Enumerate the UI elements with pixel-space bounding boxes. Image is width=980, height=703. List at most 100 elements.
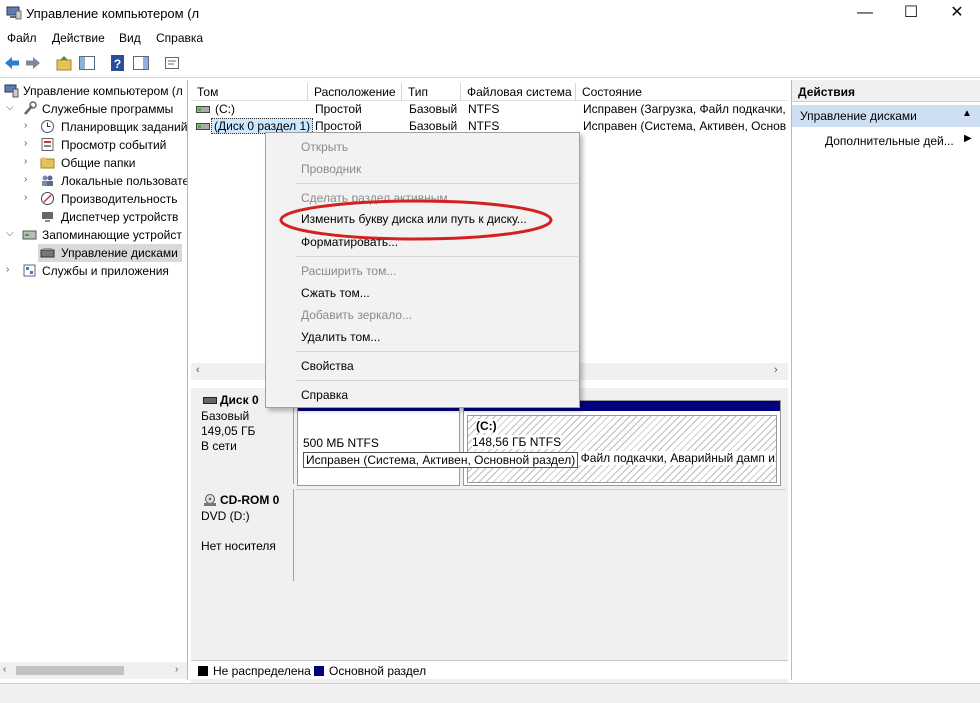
actions-header: Действия [792,80,980,102]
title-bar: Управление компьютером (л — ☐ ✕ [0,0,980,28]
scroll-left-icon[interactable]: ‹ [196,364,200,376]
legend-swatch-unallocated [198,666,208,676]
tree-item-device-manager[interactable]: Диспетчер устройств [0,208,187,226]
chevron-right-icon[interactable]: › [24,120,34,131]
menu-item-properties[interactable]: Свойства [301,359,354,373]
menu-help[interactable]: Справка [156,31,203,45]
disk-graphic-area: Диск 0 Базовый 149,05 ГБ В сети 500 МБ N… [191,388,788,703]
tree-item-storage[interactable]: ⌵ Запоминающие устройст [0,226,187,244]
tree-item-performance[interactable]: › Производительность [0,190,187,208]
menu-separator [296,380,578,381]
menu-item-open[interactable]: Открыть [301,140,348,154]
cdrom-area [296,489,786,581]
column-header-filesystem[interactable]: Файловая система [461,83,576,101]
event-log-icon [41,138,54,151]
device-manager-icon [42,212,53,222]
column-header-volume[interactable]: Том [191,83,308,101]
cdrom-label[interactable]: CD-ROM 0 DVD (D:) Нет носителя [193,489,294,581]
disk-management-icon [40,248,55,258]
menu-bar: Файл Действие Вид Справка [0,29,980,49]
menu-item-shrink[interactable]: Сжать том... [301,286,370,300]
tree-item-disk-management[interactable]: Управление дисками [38,244,182,262]
tree-item-services[interactable]: › Службы и приложения [0,262,187,280]
scroll-right-icon[interactable]: › [774,364,778,376]
tree-horizontal-scrollbar[interactable]: ‹ › [0,662,187,679]
shared-folder-icon [40,157,55,169]
forward-arrow-icon[interactable] [24,54,42,72]
column-header-layout[interactable]: Расположение [308,83,402,101]
storage-icon [22,230,37,240]
context-menu: Открыть Проводник Сделать раздел активны… [265,132,580,408]
menu-item-add-mirror[interactable]: Добавить зеркало... [301,308,412,322]
computer-management-icon [4,84,19,98]
tree-item-local-users[interactable]: › Локальные пользовате [0,172,187,190]
tree-item-event-viewer[interactable]: › Просмотр событий [0,136,187,154]
up-folder-icon[interactable] [55,54,73,72]
computer-management-window: Управление компьютером (л — ☐ ✕ Файл Дей… [0,0,980,703]
menu-item-delete[interactable]: Удалить том... [301,330,380,344]
menu-action[interactable]: Действие [52,31,105,45]
clock-icon [41,120,54,133]
actions-pane: Действия Управление дисками ▲ Дополнител… [791,80,980,680]
chevron-right-icon[interactable]: › [24,138,34,149]
volume-table-header: Том Расположение Тип Файловая система Со… [191,83,788,101]
chevron-down-icon[interactable]: ⌵ [6,102,16,113]
menu-item-extend[interactable]: Расширить том... [301,264,396,278]
column-header-type[interactable]: Тип [402,83,461,101]
chevron-right-icon[interactable]: › [24,192,34,203]
chevron-right-icon[interactable]: › [6,264,16,275]
users-icon [42,175,53,186]
menu-separator [296,183,578,184]
scroll-left-icon[interactable]: ‹ [3,664,6,675]
partition-tooltip: Исправен (Система, Активен, Основной раз… [303,452,579,468]
help-icon[interactable]: ? [109,54,127,72]
actions-more[interactable]: Дополнительные дей... ▶ [792,131,980,151]
chevron-right-icon[interactable]: › [24,156,34,167]
chevron-down-icon[interactable]: ⌵ [6,228,16,239]
services-icon [23,264,36,277]
tree-item-root[interactable]: Управление компьютером (л [0,82,187,100]
status-bar [0,683,980,703]
performance-icon [41,192,54,205]
cd-drive-icon [204,494,216,506]
back-arrow-icon[interactable] [3,54,21,72]
minimize-button[interactable]: — [842,0,888,28]
collapse-up-icon[interactable]: ▲ [962,108,972,119]
partition-system[interactable]: 500 МБ NTFS Исправен (Система, Активен, … [297,400,579,486]
table-row[interactable]: (C:) Простой Базовый NTFS Исправен (Загр… [191,101,788,118]
disk-icon [203,397,217,404]
tree-item-task-scheduler[interactable]: › Планировщик заданий [0,118,187,136]
volume-icon [196,106,210,113]
toolbar: ? [0,50,980,78]
tree-item-utilities[interactable]: ⌵ Служебные программы [0,100,187,118]
tools-icon [24,101,37,115]
column-header-status[interactable]: Состояние [576,83,788,101]
partition-c[interactable]: (C:) 148,56 ГБ NTFS , Файл подкачки, Ава… [463,400,781,486]
scroll-right-icon[interactable]: › [175,664,178,675]
close-button[interactable]: ✕ [934,0,980,28]
menu-separator [296,351,578,352]
action-pane-icon[interactable] [132,54,150,72]
legend-swatch-primary [314,666,324,676]
maximize-button[interactable]: ☐ [888,0,934,28]
menu-view[interactable]: Вид [119,31,141,45]
properties-icon[interactable] [163,54,181,72]
actions-section-disk-management[interactable]: Управление дисками ▲ [792,105,980,127]
volume-icon [196,123,210,130]
highlight-ellipse [279,199,553,241]
menu-item-explore[interactable]: Проводник [301,162,361,176]
computer-management-icon [6,6,22,20]
scrollbar-thumb[interactable] [16,666,124,675]
window-title: Управление компьютером (л [26,6,200,21]
tree-item-shared-folders[interactable]: › Общие папки [0,154,187,172]
console-tree: Управление компьютером (л ⌵ Служебные пр… [0,80,188,680]
menu-item-help[interactable]: Справка [301,388,348,402]
submenu-arrow-icon: ▶ [964,133,972,144]
menu-separator [296,256,578,257]
show-hide-tree-icon[interactable] [78,54,96,72]
legend: Не распределена Основной раздел [191,660,788,679]
hatched-selection [467,415,777,483]
menu-file[interactable]: Файл [7,31,37,45]
chevron-right-icon[interactable]: › [24,174,34,185]
svg-text:?: ? [114,57,121,71]
